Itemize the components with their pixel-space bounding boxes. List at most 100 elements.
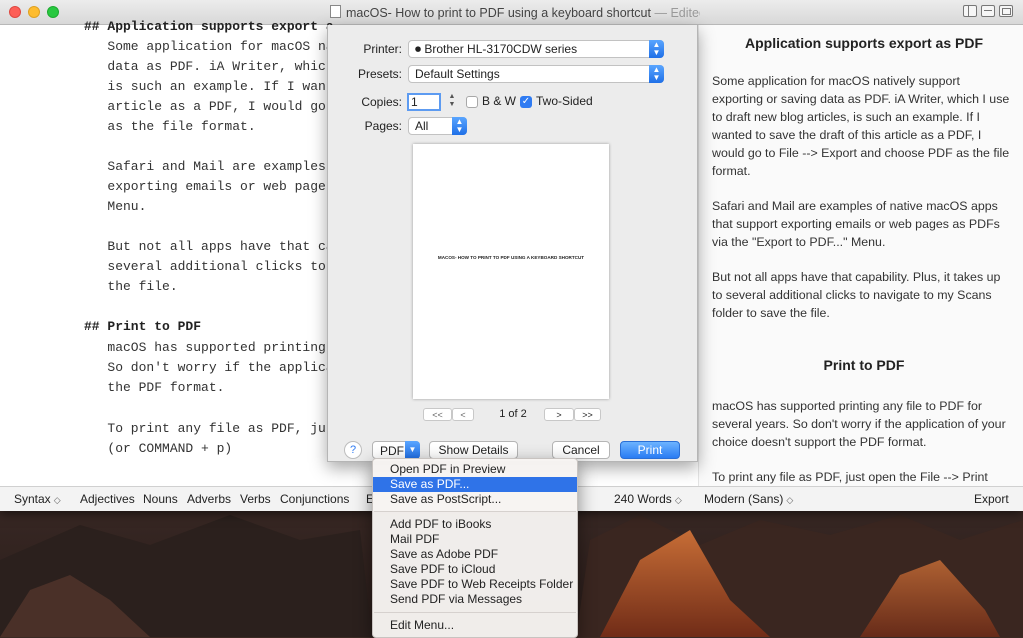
menu-item-save-pdf-to-icloud[interactable]: Save PDF to iCloud: [373, 562, 577, 577]
minimize-window-button[interactable]: [28, 6, 40, 18]
nouns-toggle[interactable]: Nouns: [143, 492, 178, 506]
window-title-text: macOS- How to print to PDF using a keybo…: [346, 6, 651, 20]
syntax-dropdown[interactable]: Syntax ◇: [14, 492, 61, 506]
editor-line: the PDF format.: [84, 380, 225, 395]
syntax-label: Syntax: [14, 492, 51, 506]
chevron-updown-icon: ◇: [674, 495, 682, 505]
editor-line: Some application for macOS nat: [84, 39, 342, 54]
preview-paragraph: But not all apps have that capability. P…: [712, 270, 1001, 320]
bw-label: B & W: [482, 94, 517, 108]
help-button[interactable]: ?: [344, 441, 362, 459]
editor-line: But not all apps have that cap: [84, 239, 342, 254]
verbs-toggle[interactable]: Verbs: [240, 492, 271, 506]
word-count-label: 240 Words: [614, 492, 672, 506]
editor-line: So don't worry if the applicat: [84, 360, 342, 375]
copies-stepper[interactable]: ▲ ▼: [447, 93, 457, 111]
export-button[interactable]: Export: [974, 492, 1009, 506]
pages-value: All: [415, 119, 429, 133]
sidebar-toggle-icon[interactable]: [963, 5, 977, 17]
first-page-label: <<: [432, 410, 443, 420]
chevron-updown-icon: ◇: [53, 495, 61, 505]
adverbs-toggle[interactable]: Adverbs: [187, 492, 231, 506]
preview-heading: Application supports export as PDF: [744, 35, 984, 51]
first-page-button[interactable]: <<: [423, 408, 452, 421]
cancel-button[interactable]: Cancel: [552, 441, 610, 459]
menu-item-send-pdf-via-messages[interactable]: Send PDF via Messages: [373, 592, 577, 607]
two-sided-label: Two-Sided: [536, 94, 593, 108]
zoom-window-button[interactable]: [47, 6, 59, 18]
printer-select[interactable]: ⏺ Brother HL-3170CDW series ▲ ▼: [408, 40, 664, 58]
page-indicator: 1 of 2: [499, 408, 527, 420]
menu-item-edit-menu[interactable]: Edit Menu...: [373, 618, 577, 633]
pages-label: Pages:: [364, 119, 402, 133]
previous-page-button[interactable]: <: [452, 408, 474, 421]
window-title: macOS- How to print to PDF using a keybo…: [330, 5, 700, 21]
presets-select[interactable]: Default Settings ▲ ▼: [408, 65, 664, 83]
full-preview-icon[interactable]: [999, 5, 1013, 17]
pdf-menu-label: PDF: [380, 444, 404, 458]
chevron-updown-icon: ▲ ▼: [649, 40, 664, 58]
two-sided-checkbox[interactable]: ✓: [520, 96, 532, 108]
menu-item-add-pdf-to-ibooks[interactable]: Add PDF to iBooks: [373, 517, 577, 532]
menu-separator: [374, 511, 576, 512]
chevron-updown-icon: ◇: [786, 495, 794, 505]
previous-page-label: <: [460, 410, 466, 420]
editor-line: exporting emails or web pages: [84, 179, 334, 194]
chevron-updown-icon: ▲ ▼: [649, 65, 664, 83]
copies-input[interactable]: 1: [407, 93, 441, 111]
chevron-updown-icon: ▲ ▼: [452, 117, 467, 135]
conjunctions-toggle[interactable]: Conjunctions: [280, 492, 349, 506]
menu-separator: [374, 612, 576, 613]
pdf-menu-button[interactable]: PDF ▼: [372, 441, 420, 459]
editor-line: as the file format.: [84, 119, 256, 134]
printer-label: Printer:: [363, 42, 402, 56]
close-window-button[interactable]: [9, 6, 21, 18]
copies-label: Copies:: [361, 95, 402, 109]
preview-paragraph: Some application for macOS natively supp…: [712, 74, 1010, 178]
window-view-controls: [959, 5, 1013, 20]
menu-item-open-pdf-in-preview[interactable]: Open PDF in Preview: [373, 462, 577, 477]
editor-line: ## Print to PDF: [84, 319, 202, 334]
printer-value: Brother HL-3170CDW series: [424, 42, 578, 56]
edited-status[interactable]: — Edited ⌄: [654, 6, 700, 20]
presets-value: Default Settings: [415, 67, 500, 81]
printer-icon: ⏺: [415, 42, 425, 56]
editor-line: Safari and Mail are examples o: [84, 159, 342, 174]
preview-heading: Print to PDF: [823, 357, 905, 373]
next-page-button[interactable]: >: [544, 408, 574, 421]
editor-line: article as a PDF, I would go t: [84, 99, 342, 114]
show-details-button[interactable]: Show Details: [429, 441, 518, 459]
pdf-dropdown-menu: Open PDF in Preview Save as PDF... Save …: [372, 458, 578, 638]
word-count-dropdown[interactable]: 240 Words ◇: [614, 492, 682, 506]
chevron-down-icon: ▼: [405, 441, 420, 459]
editor-line: is such an example. If I wante: [84, 79, 342, 94]
menu-item-save-as-pdf[interactable]: Save as PDF...: [373, 477, 577, 492]
last-page-label: >>: [582, 410, 593, 420]
menu-item-mail-pdf[interactable]: Mail PDF: [373, 532, 577, 547]
menu-item-save-pdf-to-web-receipts[interactable]: Save PDF to Web Receipts Folder: [373, 577, 577, 592]
editor-line: To print any file as PDF, just: [84, 421, 342, 436]
preview-paragraph: macOS has supported printing any file to…: [712, 399, 1006, 449]
pages-select[interactable]: All ▲ ▼: [408, 117, 467, 135]
editor-line: (or COMMAND + p): [84, 441, 233, 456]
editor-line: data as PDF. iA Writer, which: [84, 59, 334, 74]
adjectives-toggle[interactable]: Adjectives: [80, 492, 135, 506]
menu-item-save-as-adobe-pdf[interactable]: Save as Adobe PDF: [373, 547, 577, 562]
preview-paragraph: To print any file as PDF, just open the …: [712, 470, 988, 484]
last-page-button[interactable]: >>: [574, 408, 601, 421]
menu-item-save-as-postscript[interactable]: Save as PostScript...: [373, 492, 577, 507]
font-mode-dropdown[interactable]: Modern (Sans) ◇: [704, 492, 793, 506]
next-page-label: >: [556, 410, 562, 420]
html-preview-pane: Application supports export as PDF Some …: [698, 25, 1023, 486]
preview-page-title: MACOS- HOW TO PRINT TO PDF USING A KEYBO…: [437, 255, 585, 260]
font-mode-label: Modern (Sans): [704, 492, 784, 506]
presets-label: Presets:: [357, 67, 402, 81]
editor-line: Menu.: [84, 199, 147, 214]
editor-line: several additional clicks to n: [84, 259, 342, 274]
editor-line: macOS has supported printing a: [84, 340, 342, 355]
print-preview-thumbnail: MACOS- HOW TO PRINT TO PDF USING A KEYBO…: [413, 144, 609, 399]
editor-line: ## Application supports export a: [84, 19, 334, 34]
bw-checkbox[interactable]: [466, 96, 478, 108]
split-view-icon[interactable]: [981, 5, 995, 17]
print-button[interactable]: Print: [620, 441, 680, 459]
